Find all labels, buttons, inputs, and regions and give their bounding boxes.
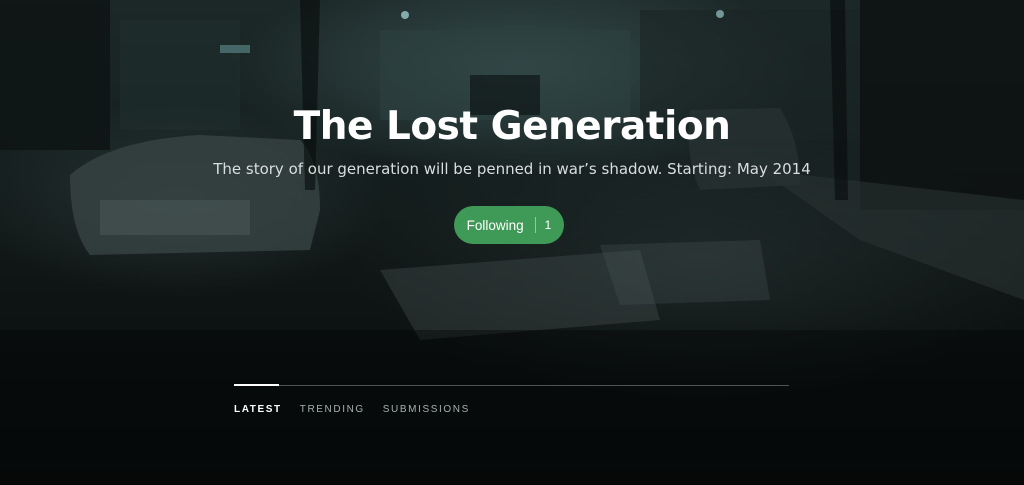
tab-submissions[interactable]: SUBMISSIONS	[383, 404, 470, 418]
page-title: The Lost Generation	[293, 104, 731, 149]
tab-bar: LATEST TRENDING SUBMISSIONS	[234, 404, 488, 418]
page-subtitle: The story of our generation will be penn…	[213, 160, 811, 178]
follow-divider	[534, 217, 536, 233]
tab-trending[interactable]: TRENDING	[300, 404, 365, 418]
following-button[interactable]: Following 1	[454, 206, 564, 244]
following-label: Following	[466, 217, 524, 233]
tab-latest[interactable]: LATEST	[234, 404, 282, 418]
tabs-divider	[234, 385, 789, 386]
active-tab-indicator	[234, 384, 279, 386]
follower-count: 1	[544, 218, 552, 232]
